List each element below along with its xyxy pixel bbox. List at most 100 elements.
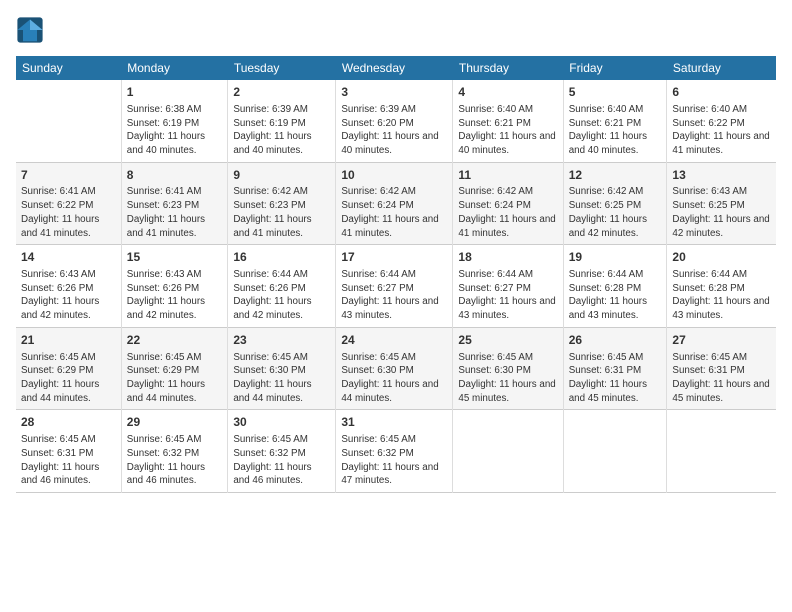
cell-info: Sunrise: 6:42 AM (458, 185, 557, 199)
day-number: 9 (233, 167, 330, 184)
cell-info: Sunrise: 6:44 AM (233, 268, 330, 282)
cell-info: Sunset: 6:24 PM (341, 199, 447, 213)
cell-info: Sunrise: 6:44 AM (672, 268, 771, 282)
calendar-cell: 26 Sunrise: 6:45 AMSunset: 6:31 PMDayligh… (563, 327, 667, 410)
day-number: 3 (341, 84, 447, 101)
cell-info: Sunset: 6:30 PM (341, 364, 447, 378)
cell-info: Sunrise: 6:45 AM (569, 351, 662, 365)
calendar-cell (563, 410, 667, 493)
cell-info: Sunrise: 6:41 AM (21, 185, 116, 199)
cell-info: Daylight: 11 hours and 44 minutes. (341, 378, 447, 405)
cell-info: Sunset: 6:29 PM (127, 364, 223, 378)
calendar-cell: 14Sunrise: 6:43 AMSunset: 6:26 PMDayligh… (16, 245, 121, 328)
cell-info: Sunrise: 6:42 AM (341, 185, 447, 199)
day-number: 24 (341, 332, 447, 349)
cell-info: Sunrise: 6:43 AM (672, 185, 771, 199)
cell-info: Daylight: 11 hours and 41 minutes. (233, 213, 330, 240)
cell-info: Sunset: 6:31 PM (21, 447, 116, 461)
cell-info: Daylight: 11 hours and 40 minutes. (569, 130, 662, 157)
cell-info: Daylight: 11 hours and 44 minutes. (127, 378, 223, 405)
cell-info: Daylight: 11 hours and 42 minutes. (127, 295, 223, 322)
calendar-cell: 15Sunrise: 6:43 AMSunset: 6:26 PMDayligh… (121, 245, 228, 328)
calendar-cell: 2Sunrise: 6:39 AMSunset: 6:19 PMDaylight… (228, 80, 336, 162)
day-number: 28 (21, 414, 116, 431)
day-number: 12 (569, 167, 662, 184)
header-cell-friday: Friday (563, 56, 667, 80)
calendar-cell: 3Sunrise: 6:39 AMSunset: 6:20 PMDaylight… (336, 80, 453, 162)
cell-info: Sunrise: 6:45 AM (341, 351, 447, 365)
cell-info: Daylight: 11 hours and 43 minutes. (569, 295, 662, 322)
cell-info: Sunrise: 6:45 AM (672, 351, 771, 365)
header-cell-monday: Monday (121, 56, 228, 80)
cell-info: Sunset: 6:19 PM (233, 117, 330, 131)
cell-info: Sunset: 6:31 PM (672, 364, 771, 378)
cell-info: Daylight: 11 hours and 45 minutes. (569, 378, 662, 405)
cell-info: Daylight: 11 hours and 44 minutes. (233, 378, 330, 405)
calendar-cell: 11Sunrise: 6:42 AMSunset: 6:24 PMDayligh… (453, 162, 563, 245)
calendar-cell: 9Sunrise: 6:42 AMSunset: 6:23 PMDaylight… (228, 162, 336, 245)
cell-info: Sunrise: 6:45 AM (21, 351, 116, 365)
day-number: 6 (672, 84, 771, 101)
cell-info: Sunset: 6:30 PM (233, 364, 330, 378)
cell-info: Sunrise: 6:38 AM (127, 103, 223, 117)
calendar-cell: 6Sunrise: 6:40 AMSunset: 6:22 PMDaylight… (667, 80, 776, 162)
cell-info: Sunrise: 6:45 AM (127, 351, 223, 365)
day-number: 4 (458, 84, 557, 101)
calendar-cell: 23Sunrise: 6:45 AMSunset: 6:30 PMDayligh… (228, 327, 336, 410)
day-number: 29 (127, 414, 223, 431)
calendar-cell: 19Sunrise: 6:44 AMSunset: 6:28 PMDayligh… (563, 245, 667, 328)
calendar-cell: 30Sunrise: 6:45 AMSunset: 6:32 PMDayligh… (228, 410, 336, 493)
week-row-3: 14Sunrise: 6:43 AMSunset: 6:26 PMDayligh… (16, 245, 776, 328)
cell-info: Sunset: 6:31 PM (569, 364, 662, 378)
cell-info: Sunset: 6:26 PM (127, 282, 223, 296)
cell-info: Sunrise: 6:42 AM (233, 185, 330, 199)
day-number: 31 (341, 414, 447, 431)
day-number: 30 (233, 414, 330, 431)
day-number: 18 (458, 249, 557, 266)
cell-info: Sunset: 6:25 PM (569, 199, 662, 213)
cell-info: Sunset: 6:21 PM (569, 117, 662, 131)
cell-info: Sunrise: 6:45 AM (458, 351, 557, 365)
cell-info: Sunrise: 6:40 AM (458, 103, 557, 117)
day-number: 17 (341, 249, 447, 266)
calendar-cell: 22 Sunrise: 6:45 AMSunset: 6:29 PMDayligh… (121, 327, 228, 410)
calendar-cell: 29Sunrise: 6:45 AMSunset: 6:32 PMDayligh… (121, 410, 228, 493)
day-number: 26 (569, 332, 662, 349)
logo (16, 16, 46, 44)
cell-info: Sunset: 6:21 PM (458, 117, 557, 131)
cell-info: Sunrise: 6:43 AM (21, 268, 116, 282)
calendar-cell: 7Sunrise: 6:41 AMSunset: 6:22 PMDaylight… (16, 162, 121, 245)
cell-info: Daylight: 11 hours and 47 minutes. (341, 461, 447, 488)
cell-info: Sunrise: 6:45 AM (233, 351, 330, 365)
day-number: 10 (341, 167, 447, 184)
calendar-cell: 13Sunrise: 6:43 AMSunset: 6:25 PMDayligh… (667, 162, 776, 245)
calendar-cell: 18Sunrise: 6:44 AMSunset: 6:27 PMDayligh… (453, 245, 563, 328)
day-number: 11 (458, 167, 557, 184)
header-cell-wednesday: Wednesday (336, 56, 453, 80)
day-number: 22 (127, 332, 223, 349)
cell-info: Sunrise: 6:45 AM (233, 433, 330, 447)
calendar-cell (453, 410, 563, 493)
cell-info: Sunrise: 6:40 AM (672, 103, 771, 117)
cell-info: Daylight: 11 hours and 42 minutes. (21, 295, 116, 322)
cell-info: Sunrise: 6:41 AM (127, 185, 223, 199)
week-row-2: 7Sunrise: 6:41 AMSunset: 6:22 PMDaylight… (16, 162, 776, 245)
calendar-cell: 16Sunrise: 6:44 AMSunset: 6:26 PMDayligh… (228, 245, 336, 328)
cell-info: Sunrise: 6:42 AM (569, 185, 662, 199)
header-cell-tuesday: Tuesday (228, 56, 336, 80)
cell-info: Sunset: 6:20 PM (341, 117, 447, 131)
day-number: 7 (21, 167, 116, 184)
cell-info: Sunset: 6:26 PM (21, 282, 116, 296)
cell-info: Sunset: 6:28 PM (569, 282, 662, 296)
calendar-cell (16, 80, 121, 162)
cell-info: Sunrise: 6:44 AM (569, 268, 662, 282)
day-number: 13 (672, 167, 771, 184)
day-number: 15 (127, 249, 223, 266)
cell-info: Sunrise: 6:45 AM (21, 433, 116, 447)
calendar-cell: 4Sunrise: 6:40 AMSunset: 6:21 PMDaylight… (453, 80, 563, 162)
cell-info: Daylight: 11 hours and 43 minutes. (458, 295, 557, 322)
day-number: 25 (458, 332, 557, 349)
calendar-cell: 17Sunrise: 6:44 AMSunset: 6:27 PMDayligh… (336, 245, 453, 328)
calendar-cell: 1Sunrise: 6:38 AMSunset: 6:19 PMDaylight… (121, 80, 228, 162)
day-number: 1 (127, 84, 223, 101)
